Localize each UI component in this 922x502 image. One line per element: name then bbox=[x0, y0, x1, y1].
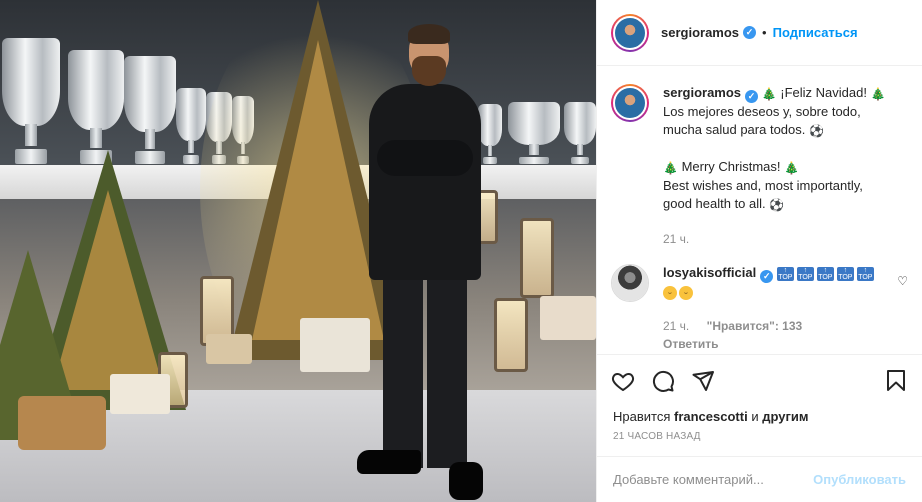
lantern bbox=[520, 218, 554, 298]
caption-line-2: Los mejores deseos y, sobre todo, bbox=[663, 104, 861, 119]
caption-line-6: good health to all. bbox=[663, 196, 766, 211]
top-badges: ↑ TOP↑ TOP↑ TOP↑ TOP↑ TOP bbox=[776, 265, 877, 281]
comment-body: losyakisofficial ✓ ↑ TOP↑ TOP↑ TOP↑ TOP↑ TOP ᵕ… bbox=[663, 264, 885, 353]
caption-time[interactable]: 21 ч. bbox=[663, 232, 689, 246]
caption-line-1: ¡Feliz Navidad! bbox=[780, 85, 867, 100]
header-info: sergioramos ✓ • Подписаться bbox=[661, 25, 858, 40]
top-badge-icon: ↑ TOP bbox=[856, 267, 874, 281]
ball-emoji-icon: ⚽ bbox=[769, 198, 785, 212]
tree-emoji-icon: 🎄 bbox=[663, 161, 678, 175]
gift-box bbox=[206, 334, 252, 364]
commenter-username[interactable]: losyakisofficial bbox=[663, 265, 756, 280]
tree-emoji-icon: 🎄 bbox=[870, 87, 886, 101]
smile-emoji-icon: ᵕ bbox=[663, 286, 677, 300]
verified-icon: ✓ bbox=[743, 26, 757, 39]
likes-and: и bbox=[751, 409, 759, 424]
verified-icon: ✓ bbox=[760, 270, 774, 283]
basket bbox=[18, 396, 106, 450]
separator: • bbox=[762, 25, 767, 40]
top-badge-icon: ↑ TOP bbox=[816, 267, 834, 281]
trophy bbox=[508, 102, 560, 164]
action-bar bbox=[597, 354, 922, 406]
caption: sergioramos ✓ 🎄 ¡Feliz Navidad! 🎄 Los mej… bbox=[611, 84, 908, 248]
trophy bbox=[564, 102, 596, 164]
caption-avatar[interactable] bbox=[611, 84, 649, 122]
commenter-avatar[interactable] bbox=[611, 264, 649, 302]
trophy bbox=[68, 50, 124, 164]
top-badge-icon: ↑ TOP bbox=[836, 267, 854, 281]
comment-input[interactable] bbox=[613, 472, 814, 487]
author-username[interactable]: sergioramos bbox=[661, 25, 739, 40]
instagram-post: sergioramos ✓ • Подписаться sergioramos ✓… bbox=[0, 0, 922, 502]
liker-username[interactable]: francescotti bbox=[674, 409, 748, 424]
lantern bbox=[494, 298, 528, 372]
likes-others[interactable]: другим bbox=[762, 409, 808, 424]
comment: losyakisofficial ✓ ↑ TOP↑ TOP↑ TOP↑ TOP↑ TOP ᵕ… bbox=[611, 264, 908, 353]
trophy bbox=[124, 56, 176, 164]
trophy bbox=[2, 38, 60, 164]
gift-box bbox=[540, 296, 596, 340]
share-icon[interactable] bbox=[691, 369, 715, 393]
post-photo[interactable] bbox=[0, 0, 596, 502]
likes-line: Нравится francescotti и другим bbox=[597, 406, 922, 428]
caption-username[interactable]: sergioramos bbox=[663, 85, 741, 100]
comment-like-icon[interactable]: ♡ bbox=[897, 274, 908, 353]
tree-emoji-icon: 🎄 bbox=[761, 87, 777, 101]
heart-icon[interactable] bbox=[611, 369, 635, 393]
ball-emoji-icon: ⚽ bbox=[809, 124, 824, 138]
top-badge-icon: ↑ TOP bbox=[776, 267, 794, 281]
bookmark-icon[interactable] bbox=[884, 369, 908, 393]
smile-emoji-icon: ᵕ bbox=[679, 286, 693, 300]
publish-button[interactable]: Опубликовать bbox=[813, 472, 906, 487]
caption-body: sergioramos ✓ 🎄 ¡Feliz Navidad! 🎄 Los mej… bbox=[663, 84, 908, 248]
verified-icon: ✓ bbox=[745, 90, 759, 103]
add-comment-bar: Опубликовать bbox=[597, 456, 922, 502]
caption-line-4: Merry Christmas! bbox=[681, 159, 781, 174]
comment-time[interactable]: 21 ч. bbox=[663, 319, 689, 333]
author-avatar[interactable] bbox=[611, 13, 649, 52]
comments-section: sergioramos ✓ 🎄 ¡Feliz Navidad! 🎄 Los mej… bbox=[597, 66, 922, 354]
tree-emoji-icon: 🎄 bbox=[784, 161, 800, 175]
caption-line-3: mucha salud para todos. bbox=[663, 122, 806, 137]
likes-prefix: Нравится bbox=[613, 409, 671, 424]
follow-button[interactable]: Подписаться bbox=[773, 25, 858, 40]
gift-box bbox=[110, 374, 170, 414]
reply-button[interactable]: Ответить bbox=[663, 337, 718, 351]
post-sidebar: sergioramos ✓ • Подписаться sergioramos ✓… bbox=[596, 0, 922, 502]
comment-likes[interactable]: "Нравится": 133 bbox=[707, 319, 803, 333]
caption-line-5: Best wishes and, most importantly, bbox=[663, 178, 863, 193]
comment-meta: 21 ч. "Нравится": 133 Ответить bbox=[663, 317, 885, 353]
comment-icon[interactable] bbox=[651, 369, 675, 393]
post-header: sergioramos ✓ • Подписаться bbox=[597, 0, 922, 66]
caption-meta: 21 ч. bbox=[663, 230, 908, 248]
person-figure bbox=[357, 22, 489, 500]
post-timestamp[interactable]: 21 ЧАСОВ НАЗАД bbox=[597, 428, 922, 456]
top-badge-icon: ↑ TOP bbox=[796, 267, 814, 281]
